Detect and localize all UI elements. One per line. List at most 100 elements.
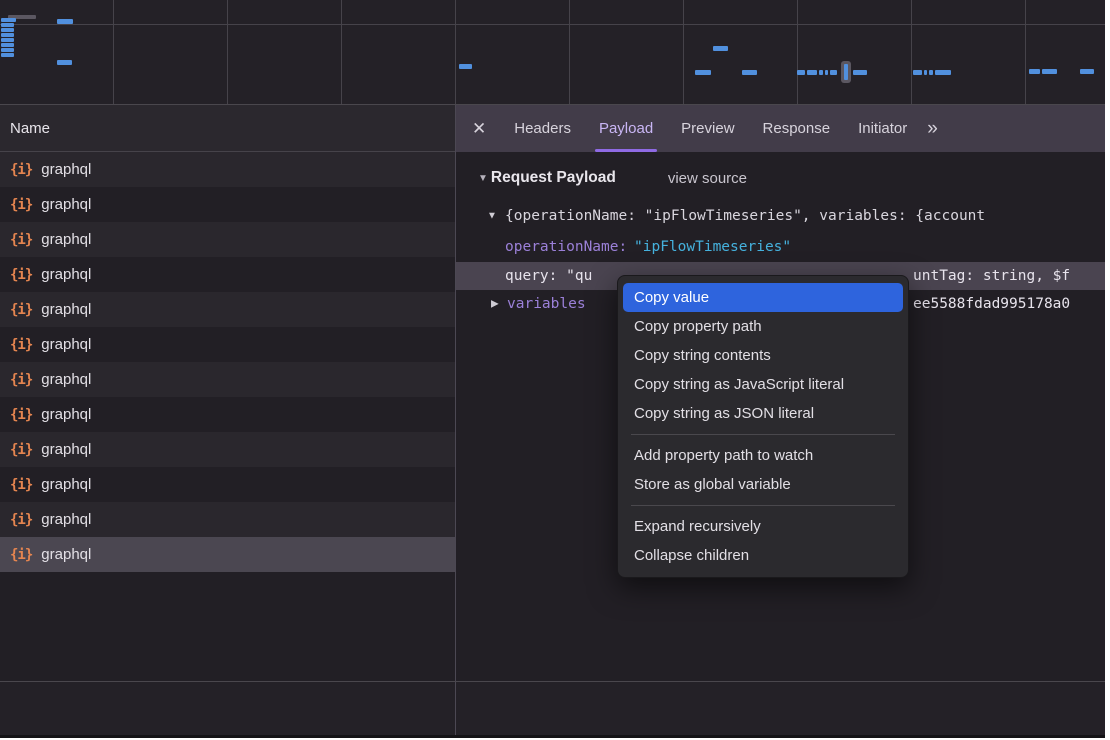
- request-name: graphql: [41, 476, 91, 493]
- name-column-label: Name: [10, 120, 50, 137]
- context-menu: Copy value Copy property path Copy string …: [617, 275, 909, 578]
- request-row[interactable]: {i}graphql: [0, 327, 455, 362]
- menu-item-label: Copy property path: [634, 318, 762, 335]
- waterfall-bar: [935, 70, 951, 75]
- property-key: variables: [507, 296, 586, 312]
- json-icon: {i}: [10, 197, 32, 213]
- waterfall-bar: [830, 70, 837, 75]
- json-icon: {i}: [10, 267, 32, 283]
- expand-icon[interactable]: ▼: [487, 211, 497, 222]
- request-name: graphql: [41, 301, 91, 318]
- tab-payload[interactable]: Payload: [585, 105, 667, 152]
- collapse-icon[interactable]: ▶: [491, 299, 499, 310]
- menu-item-copy-string-contents[interactable]: Copy string contents: [623, 341, 903, 370]
- request-name: graphql: [41, 231, 91, 248]
- request-row[interactable]: {i}graphql: [0, 152, 455, 187]
- tab-preview[interactable]: Preview: [667, 105, 748, 152]
- json-icon: {i}: [10, 547, 32, 563]
- menu-item-copy-string-as-json-literal[interactable]: Copy string as JSON literal: [623, 399, 903, 428]
- overview-gridline: [227, 0, 228, 104]
- json-icon: {i}: [10, 512, 32, 528]
- request-name: graphql: [41, 441, 91, 458]
- tab-label: Preview: [681, 120, 734, 137]
- waterfall-bar: [1042, 69, 1057, 74]
- waterfall-bar: [742, 70, 757, 75]
- waterfall-bar: [1, 38, 14, 42]
- menu-item-copy-string-as-javascript-literal[interactable]: Copy string as JavaScript literal: [623, 370, 903, 399]
- menu-item-label: Add property path to watch: [634, 447, 813, 464]
- section-expand-icon[interactable]: ▼: [478, 173, 488, 184]
- request-payload-section: ▼ Request Payload view source: [456, 164, 1105, 192]
- query-key-value: query: "qu: [505, 268, 592, 284]
- overview-gridline: [341, 0, 342, 104]
- request-row[interactable]: {i} graphql: [0, 292, 455, 327]
- waterfall-bar: [924, 70, 927, 75]
- query-value-fragment: untTag: string, $f: [913, 268, 1070, 284]
- name-column-header[interactable]: Name: [0, 105, 455, 152]
- waterfall-bar: [1, 53, 14, 57]
- waterfall-bar: [713, 46, 728, 51]
- tab-label: Headers: [514, 120, 571, 137]
- footer-bar: [0, 681, 1105, 738]
- waterfall-bar: [1, 43, 14, 47]
- request-list: {i} graphql {i} graphql {i} graphql {i} graphql…: [0, 152, 455, 572]
- json-icon: {i}: [10, 302, 32, 318]
- payload-preview-text: {operationName: "ipFlowTimeseries", vari…: [505, 208, 985, 224]
- waterfall-bar: [57, 19, 73, 24]
- request-list-panel: Name {i}graphql{i}graphql{i}graphql{i}gr…: [0, 105, 456, 682]
- menu-item-label: Copy value: [634, 289, 709, 306]
- close-icon[interactable]: ✕: [472, 119, 486, 139]
- waterfall-bar: [929, 70, 933, 75]
- menu-item-copy-value[interactable]: Copy value: [623, 283, 903, 312]
- network-overview[interactable]: [0, 0, 1105, 105]
- request-row[interactable]: {i} graphql: [0, 187, 455, 222]
- request-name: graphql: [41, 266, 91, 283]
- request-row[interactable]: {i}graphql: [0, 397, 455, 432]
- overview-gridline: [797, 0, 798, 104]
- waterfall-bar: [1, 48, 14, 52]
- menu-item-label: Expand recursively: [634, 518, 761, 535]
- request-row[interactable]: {i} graphql: [0, 257, 455, 292]
- request-name: graphql: [41, 371, 91, 388]
- tab-response[interactable]: Response: [749, 105, 845, 152]
- request-name: graphql: [41, 511, 91, 528]
- overview-gridline: [455, 0, 456, 104]
- tab-headers[interactable]: Headers: [500, 105, 585, 152]
- menu-item-label: Copy string contents: [634, 347, 771, 364]
- tab-strip: Headers Payload Preview Response Initiator: [500, 105, 921, 152]
- request-row[interactable]: {i} graphql: [0, 502, 455, 537]
- menu-separator: [631, 505, 895, 506]
- menu-separator: [631, 434, 895, 435]
- menu-item-store-as-global-variable[interactable]: Store as global variable: [623, 470, 903, 499]
- tab-label: Initiator: [858, 120, 907, 137]
- request-row[interactable]: {i}graphql: [0, 222, 455, 257]
- waterfall-bar: [1, 28, 14, 32]
- selected-request-marker[interactable]: [841, 61, 851, 83]
- overview-row-divider: [0, 24, 1105, 25]
- menu-item-label: Copy string as JavaScript literal: [634, 376, 844, 393]
- devtools-window: Name {i}graphql{i}graphql{i}graphql{i}gr…: [0, 0, 1105, 738]
- section-title: Request Payload: [491, 169, 616, 187]
- menu-item-collapse-children[interactable]: Collapse children: [623, 541, 903, 570]
- menu-item-expand-recursively[interactable]: Expand recursively: [623, 512, 903, 541]
- property-value: "ipFlowTimeseries": [634, 239, 791, 255]
- request-row[interactable]: {i}graphql: [0, 467, 455, 502]
- waterfall-bar: [819, 70, 823, 75]
- menu-item-copy-property-path[interactable]: Copy property path: [623, 312, 903, 341]
- menu-item-label: Collapse children: [634, 547, 749, 564]
- operation-name-row[interactable]: operationName: "ipFlowTimeseries": [456, 233, 1105, 261]
- request-row[interactable]: {i}graphql: [0, 537, 455, 572]
- waterfall-bar: [1029, 69, 1040, 74]
- variables-value-fragment: ee5588fdad995178a0: [913, 296, 1070, 312]
- request-row[interactable]: {i}graphql: [0, 362, 455, 397]
- request-row[interactable]: {i}graphql: [0, 432, 455, 467]
- payload-root-row[interactable]: ▼ {operationName: "ipFlowTimeseries", va…: [456, 202, 1105, 230]
- menu-item-add-property-path-to-watch[interactable]: Add property path to watch: [623, 441, 903, 470]
- waterfall-bar: [1, 33, 14, 37]
- request-name: graphql: [41, 196, 91, 213]
- tab-initiator[interactable]: Initiator: [844, 105, 921, 152]
- json-icon: {i}: [10, 337, 32, 353]
- view-source-link[interactable]: view source: [668, 170, 747, 187]
- more-tabs-icon[interactable]: »: [927, 118, 937, 140]
- waterfall-bar: [853, 70, 867, 75]
